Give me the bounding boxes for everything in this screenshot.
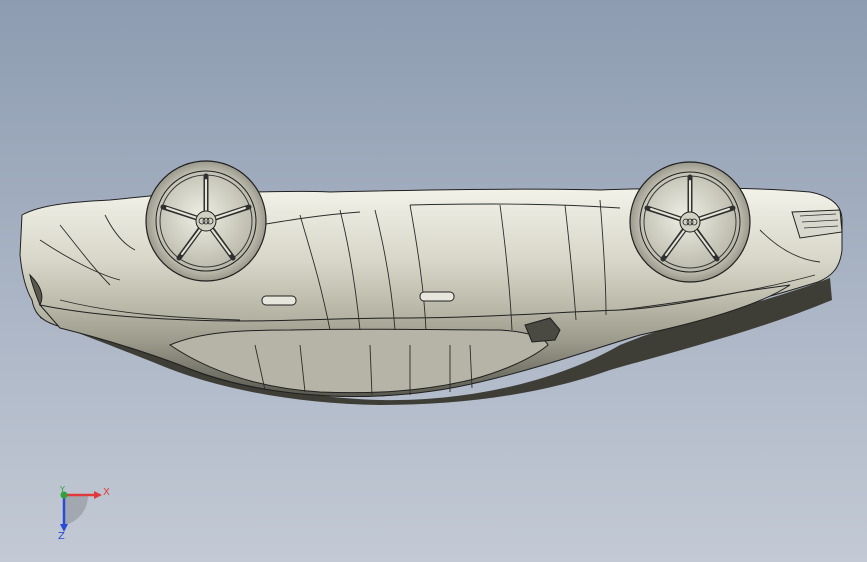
wheel-front [145, 160, 267, 282]
graphics-viewport[interactable]: X Y Z [0, 0, 867, 562]
wheel-rear [629, 161, 751, 283]
car-model-3d[interactable] [0, 0, 867, 562]
coordinate-triad: X Y Z [44, 482, 124, 552]
x-axis-label: X [103, 487, 110, 498]
y-axis-label: Y [60, 485, 65, 494]
triad-icon [60, 491, 102, 532]
z-axis-label: Z [58, 531, 65, 542]
